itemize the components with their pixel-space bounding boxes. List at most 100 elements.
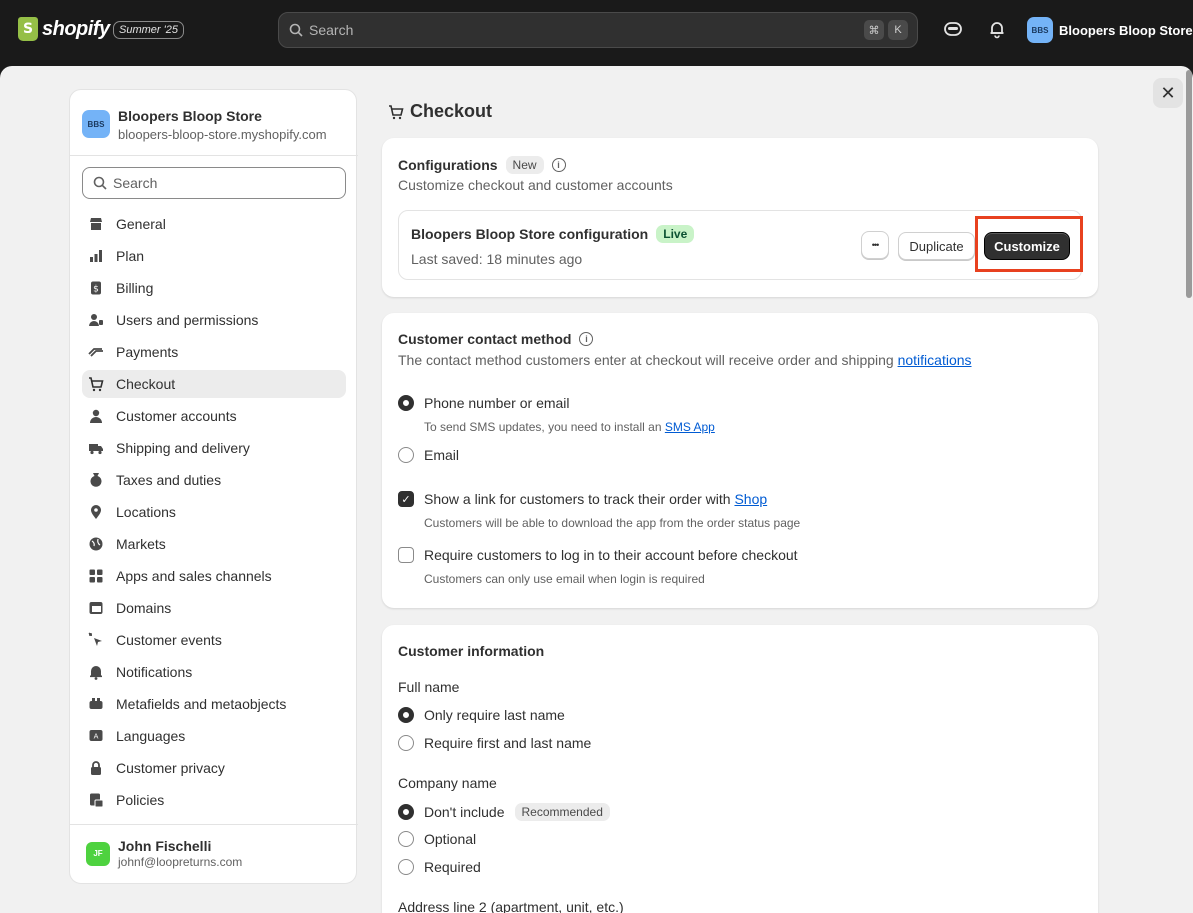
radio-button[interactable] bbox=[398, 859, 414, 875]
store-name: Bloopers Bloop Store bbox=[1059, 22, 1193, 38]
sms-app-link[interactable]: SMS App bbox=[665, 420, 715, 434]
radio-last-name[interactable]: Only require last name bbox=[398, 707, 565, 723]
sidebar-item-label: Users and permissions bbox=[116, 312, 259, 328]
radio-button[interactable] bbox=[398, 831, 414, 847]
radio-email[interactable]: Email bbox=[398, 447, 459, 463]
search-icon bbox=[289, 23, 303, 37]
sidebar-item-label: Locations bbox=[116, 504, 176, 520]
payments-icon bbox=[88, 344, 104, 360]
radio-button[interactable] bbox=[398, 804, 414, 820]
sidebar-item-customer-privacy[interactable]: Customer privacy bbox=[82, 754, 346, 782]
customer-info-title: Customer information bbox=[398, 643, 545, 659]
sidebar-item-notifications[interactable]: Notifications bbox=[82, 658, 346, 686]
user-name: John Fischelli bbox=[118, 838, 212, 854]
sidebar-item-general[interactable]: General bbox=[82, 210, 346, 238]
last-saved: Last saved: 18 minutes ago bbox=[411, 251, 583, 267]
login-help: Customers can only use email when login … bbox=[424, 572, 705, 586]
cart-icon bbox=[88, 376, 104, 392]
sidebar-item-locations[interactable]: Locations bbox=[82, 498, 346, 526]
radio-label: Require first and last name bbox=[424, 735, 592, 751]
sidebar-item-shipping[interactable]: Shipping and delivery bbox=[82, 434, 346, 462]
scrollbar[interactable] bbox=[1186, 70, 1192, 298]
store-avatar: BBS bbox=[82, 110, 110, 138]
configurations-card: Configurations New i Customize checkout … bbox=[382, 138, 1098, 297]
policies-icon bbox=[88, 792, 104, 808]
sidebar-item-users[interactable]: Users and permissions bbox=[82, 306, 346, 334]
radio-label: Only require last name bbox=[424, 707, 565, 723]
contact-method-card: Customer contact method i The contact me… bbox=[382, 313, 1098, 608]
sidebar-item-policies[interactable]: Policies bbox=[82, 786, 346, 814]
sidebar-item-label: Domains bbox=[116, 600, 172, 616]
shop-link[interactable]: Shop bbox=[734, 491, 767, 507]
cursor-icon bbox=[88, 632, 104, 648]
checkbox[interactable] bbox=[398, 547, 414, 563]
configurations-title: Configurations bbox=[398, 157, 498, 173]
sidebar-item-customer-accounts[interactable]: Customer accounts bbox=[82, 402, 346, 430]
metafields-icon bbox=[88, 696, 104, 712]
sidebar-item-checkout[interactable]: Checkout bbox=[82, 370, 346, 398]
settings-modal: ✕ BBS Bloopers Bloop Store bloopers-bloo… bbox=[0, 66, 1193, 913]
radio-button[interactable] bbox=[398, 447, 414, 463]
sidebar-item-apps[interactable]: Apps and sales channels bbox=[82, 562, 346, 590]
checkmark-icon: ✓ bbox=[401, 493, 411, 506]
sidebar-item-payments[interactable]: Payments bbox=[82, 338, 346, 366]
more-icon: ••• bbox=[871, 240, 880, 250]
search-icon bbox=[93, 176, 107, 190]
kbd-k: K bbox=[888, 20, 908, 40]
radio-company-required[interactable]: Required bbox=[398, 859, 481, 875]
radio-company-optional[interactable]: Optional bbox=[398, 831, 476, 847]
recommended-badge: Recommended bbox=[514, 803, 610, 821]
checkbox-require-login[interactable]: Require customers to log in to their acc… bbox=[398, 547, 798, 563]
info-icon[interactable]: i bbox=[551, 158, 566, 172]
address-line-2-label: Address line 2 (apartment, unit, etc.) bbox=[398, 899, 624, 913]
globe-icon bbox=[88, 536, 104, 552]
settings-search-input[interactable]: Search bbox=[82, 167, 346, 199]
bell-icon[interactable] bbox=[987, 19, 1007, 39]
sidebar-store-header[interactable]: BBS Bloopers Bloop Store bloopers-bloop-… bbox=[82, 108, 327, 142]
close-button[interactable]: ✕ bbox=[1153, 78, 1183, 108]
new-badge: New bbox=[505, 156, 544, 174]
info-icon[interactable]: i bbox=[579, 332, 594, 346]
apps-icon bbox=[88, 568, 104, 584]
radio-first-last-name[interactable]: Require first and last name bbox=[398, 735, 591, 751]
sidebar-item-markets[interactable]: Markets bbox=[82, 530, 346, 558]
radio-label: Don't include bbox=[424, 804, 505, 820]
sidebar-item-label: Checkout bbox=[116, 376, 176, 392]
sidebar-item-label: Customer events bbox=[116, 632, 222, 648]
global-search-input[interactable]: Search ⌘ K bbox=[278, 12, 918, 48]
user-email: johnf@loopreturns.com bbox=[118, 855, 243, 869]
sidebar-item-metafields[interactable]: Metafields and metaobjects bbox=[82, 690, 346, 718]
more-actions-button[interactable]: ••• bbox=[861, 231, 889, 259]
duplicate-button[interactable]: Duplicate bbox=[898, 232, 975, 260]
top-bar: S shopify Summer '25 Search ⌘ K BBS Bloo… bbox=[0, 0, 1193, 58]
radio-button[interactable] bbox=[398, 707, 414, 723]
kbd-cmd: ⌘ bbox=[864, 20, 884, 40]
sidebar-item-label: Languages bbox=[116, 728, 186, 744]
divider bbox=[70, 824, 358, 825]
sidebar-item-billing[interactable]: $ Billing bbox=[82, 274, 346, 302]
sidebar-store-name: Bloopers Bloop Store bbox=[118, 108, 262, 124]
shopify-logo[interactable]: S shopify bbox=[18, 17, 110, 41]
sidebar-item-languages[interactable]: A Languages bbox=[82, 722, 346, 750]
sidebar-item-domains[interactable]: Domains bbox=[82, 594, 346, 622]
sidebar-item-label: Taxes and duties bbox=[116, 472, 222, 488]
sidebar-item-taxes[interactable]: Taxes and duties bbox=[82, 466, 346, 494]
sidebar-item-customer-events[interactable]: Customer events bbox=[82, 626, 346, 654]
store-menu[interactable]: BBS Bloopers Bloop Store bbox=[1027, 17, 1193, 43]
sidebar-user[interactable]: JF John Fischelli johnf@loopreturns.com bbox=[86, 838, 242, 869]
plan-icon bbox=[88, 248, 104, 264]
person-icon bbox=[88, 408, 104, 424]
sidebar-item-plan[interactable]: Plan bbox=[82, 242, 346, 270]
checkbox-label: Require customers to log in to their acc… bbox=[424, 547, 798, 563]
radio-phone-or-email[interactable]: Phone number or email bbox=[398, 395, 570, 411]
divider bbox=[70, 155, 358, 156]
radio-company-dont-include[interactable]: Don't include Recommended bbox=[398, 803, 610, 821]
radio-button[interactable] bbox=[398, 395, 414, 411]
notifications-link[interactable]: notifications bbox=[898, 352, 972, 368]
edition-badge[interactable]: Summer '25 bbox=[113, 21, 184, 39]
checkbox[interactable]: ✓ bbox=[398, 491, 414, 507]
radio-button[interactable] bbox=[398, 735, 414, 751]
sidekick-icon[interactable] bbox=[943, 19, 963, 39]
taxes-icon bbox=[88, 472, 104, 488]
checkbox-track-order[interactable]: ✓ Show a link for customers to track the… bbox=[398, 491, 767, 507]
